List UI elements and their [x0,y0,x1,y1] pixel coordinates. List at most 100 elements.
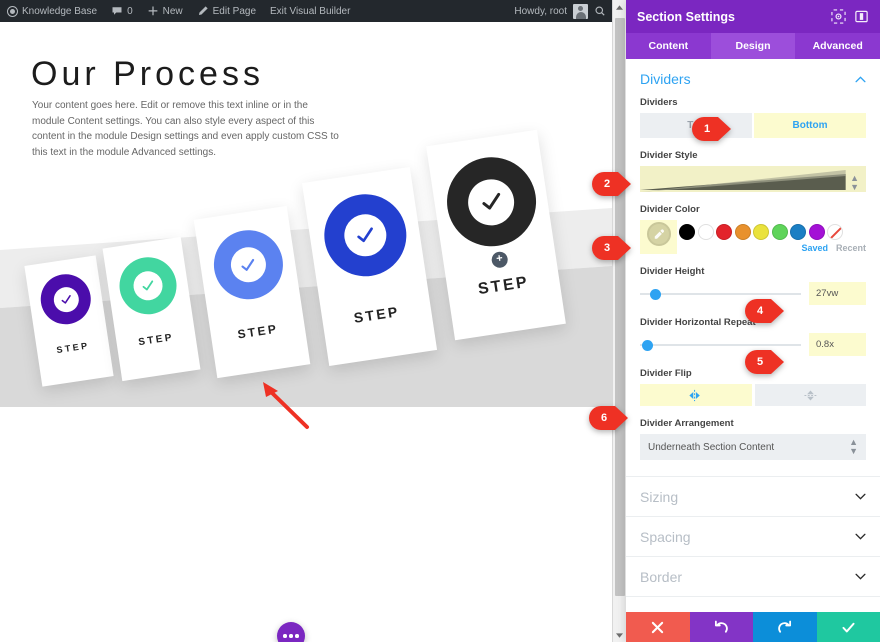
scroll-down-button[interactable] [613,628,627,642]
scrollbar-thumb[interactable] [614,18,625,596]
color-swatch[interactable] [753,224,769,240]
dividers-bottom-toggle[interactable]: Bottom [754,113,866,138]
admin-bar-site[interactable]: Knowledge Base [0,0,104,22]
save-button[interactable] [816,612,880,642]
divider-arrangement-select[interactable]: Underneath Section Content ▲ ▼ [640,434,866,460]
callout-tip [771,299,784,323]
check-icon [241,258,255,271]
accordion-spacing[interactable]: Spacing [626,517,880,557]
step-card[interactable]: STEP [301,166,438,367]
more-colors-icon[interactable]: ellipsis-icon [652,246,665,252]
admin-bar-account[interactable]: Howdy, root [514,3,612,19]
cancel-button[interactable] [626,612,690,642]
callout-2: 2 [592,172,631,196]
field-dividers: Dividers Top Bottom [626,97,880,150]
accordion-sizing[interactable]: Sizing [626,477,880,517]
avatar [573,3,588,19]
flip-horizontal-button[interactable] [640,384,752,406]
divider-color-label: Divider Color [640,204,700,215]
divider-style-preview [640,166,866,192]
divider-height-value[interactable]: 27vw [809,282,866,305]
step-label: STEP [476,273,531,299]
panel-header: Section Settings [626,0,880,33]
step-check-ring [115,253,181,319]
plus-icon [148,6,157,16]
flip-vertical-button[interactable] [754,384,866,406]
callout-3: 3 [592,236,631,260]
comment-bubble-icon [112,7,122,15]
divider-horizontal-repeat-value[interactable]: 0.8x [809,333,866,356]
admin-bar-new-label: New [162,5,183,17]
slider-track [640,343,801,346]
callout-number: 6 [589,406,615,430]
divider-height-label: Divider Height [640,266,705,277]
admin-bar-comments[interactable]: 0 [104,0,140,22]
wordpress-logo-icon [7,5,18,17]
admin-bar-exit-visual-builder[interactable]: Exit Visual Builder [263,0,357,22]
eyedropper-glyph [654,228,664,239]
step-card[interactable]: STEP [24,255,114,387]
search-icon[interactable] [594,5,606,17]
recent-colors-tab[interactable]: Recent [836,243,866,253]
saved-colors-tab[interactable]: Saved [801,243,828,253]
callout-number: 3 [592,236,618,260]
step-card[interactable]: + STEP [426,129,566,341]
dividers-section-header[interactable]: Dividers [626,59,880,97]
color-swatch[interactable] [679,224,695,240]
divider-style-label: Divider Style [640,150,698,161]
slider-knob[interactable] [641,339,653,351]
tab-advanced[interactable]: Advanced [795,33,880,59]
tab-content[interactable]: Content [626,33,711,59]
ellipsis-dot [295,634,299,638]
page-settings-fab[interactable] [277,622,305,642]
slider-knob[interactable] [649,288,661,300]
field-divider-flip: Divider Flip [626,368,880,418]
scroll-up-button[interactable] [613,0,627,14]
color-swatch[interactable] [734,224,751,240]
step-label: STEP [352,303,401,326]
redo-arrow-icon [778,620,792,633]
divider-color-picker[interactable]: ellipsis-icon [640,220,677,254]
add-module-button[interactable]: + [490,250,509,269]
step-card[interactable]: STEP [102,236,201,382]
wp-admin-bar: Knowledge Base 0 New Edit Page Exit Visu… [0,0,612,22]
pencil-icon [198,6,208,16]
layout-split-icon[interactable] [854,9,869,24]
ellipsis-dot [289,634,293,638]
color-swatch[interactable] [771,224,788,240]
undo-arrow-icon [714,620,728,633]
page-scrollbar[interactable] [612,0,626,642]
color-palette-tabs: Saved Recent [679,243,866,253]
callout-5: 5 [745,350,784,374]
comments-count: 0 [127,5,133,17]
tab-design[interactable]: Design [710,33,796,59]
divider-style-select[interactable]: ▲ ▼ [640,166,866,192]
panel-tabs: Content Design Advanced [626,33,880,59]
slider-track [640,292,801,295]
admin-bar-edit-page[interactable]: Edit Page [190,0,263,22]
check-icon [142,280,154,291]
color-swatch-none[interactable] [827,224,843,240]
callout-4: 4 [745,299,784,323]
accordion-label: Sizing [640,488,679,505]
scrollbar-track[interactable] [613,14,627,628]
exit-visual-builder-label: Exit Visual Builder [270,5,351,17]
field-divider-style: Divider Style ▲ ▼ [626,150,880,204]
color-swatch[interactable] [790,224,806,240]
callout-6: 6 [589,406,628,430]
dividers-section-title: Dividers [640,71,691,87]
redo-button[interactable] [753,612,817,642]
step-card[interactable]: STEP [193,205,311,379]
color-swatch[interactable] [716,224,732,240]
accordion-border[interactable]: Border [626,557,880,597]
color-swatch[interactable] [808,224,825,240]
site-name: Knowledge Base [22,5,98,17]
callout-tip [618,236,631,260]
admin-bar-new[interactable]: New [140,0,190,22]
undo-button[interactable] [689,612,753,642]
chevron-up-icon[interactable] [855,75,866,83]
target-icon[interactable] [831,9,846,24]
color-swatch[interactable] [697,224,714,240]
ellipsis-dot [283,634,287,638]
step-check-ring [440,151,542,253]
